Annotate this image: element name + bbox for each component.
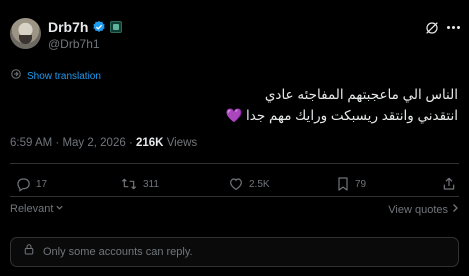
repost-button[interactable]: 311 xyxy=(120,176,159,192)
author-handle[interactable]: @Drb7h1 xyxy=(48,37,100,51)
meta-separator: · xyxy=(55,137,60,149)
sort-label: Relevant xyxy=(10,203,54,215)
repost-count: 311 xyxy=(143,178,159,190)
share-icon xyxy=(441,176,457,192)
more-options-icon[interactable] xyxy=(447,26,460,29)
share-button[interactable] xyxy=(441,176,457,192)
translate-icon xyxy=(10,67,22,85)
view-quotes-label: View quotes xyxy=(388,203,448,216)
repost-icon xyxy=(120,176,138,192)
author-name-row: Drb7h xyxy=(48,19,123,35)
tweet-line: انتقدني وانتقد ريسبكت ورايك مهم جدا 💜 xyxy=(225,108,459,123)
tweet-time[interactable]: 6:59 AM xyxy=(10,137,52,149)
reply-restriction-notice: Only some accounts can reply. xyxy=(10,237,459,267)
tweet-detail: Drb7h @Drb7h1 Show translation الناس الي… xyxy=(0,0,469,276)
meta-separator: · xyxy=(128,137,133,149)
views-count: 216K xyxy=(136,137,164,149)
divider xyxy=(10,196,459,197)
divider xyxy=(10,163,459,164)
reply-count: 17 xyxy=(36,178,48,190)
sort-replies-dropdown[interactable]: Relevant xyxy=(10,203,64,215)
author-display-name[interactable]: Drb7h xyxy=(48,19,88,35)
reply-restriction-text: Only some accounts can reply. xyxy=(43,246,193,258)
reply-icon xyxy=(15,176,31,192)
affiliation-badge-icon[interactable] xyxy=(110,21,123,33)
heart-icon xyxy=(228,176,244,192)
reply-button[interactable]: 17 xyxy=(15,176,47,192)
avatar[interactable] xyxy=(10,18,41,49)
bookmark-button[interactable]: 79 xyxy=(336,176,366,192)
lock-icon xyxy=(23,243,35,261)
bookmark-count: 79 xyxy=(355,178,367,190)
bookmark-icon xyxy=(336,176,350,192)
tweet-date[interactable]: May 2, 2026 xyxy=(62,137,125,149)
grok-icon[interactable] xyxy=(424,20,440,41)
tweet-text: الناس الي ماعجبتهم المفاجئه عادي انتقدني… xyxy=(18,84,459,126)
chevron-right-icon xyxy=(451,203,459,216)
like-count: 2.5K xyxy=(249,178,270,190)
verified-badge-icon xyxy=(92,20,106,34)
like-button[interactable]: 2.5K xyxy=(228,176,270,192)
views-label: Views xyxy=(166,137,198,149)
show-translation-link[interactable]: Show translation xyxy=(10,67,101,85)
chevron-down-icon xyxy=(55,203,64,215)
view-quotes-link[interactable]: View quotes xyxy=(388,203,459,216)
tweet-line: الناس الي ماعجبتهم المفاجئه عادي xyxy=(264,87,458,102)
show-translation-label: Show translation xyxy=(27,70,101,82)
tweet-meta: 6:59 AM · May 2, 2026 · 216K Views xyxy=(10,137,197,149)
